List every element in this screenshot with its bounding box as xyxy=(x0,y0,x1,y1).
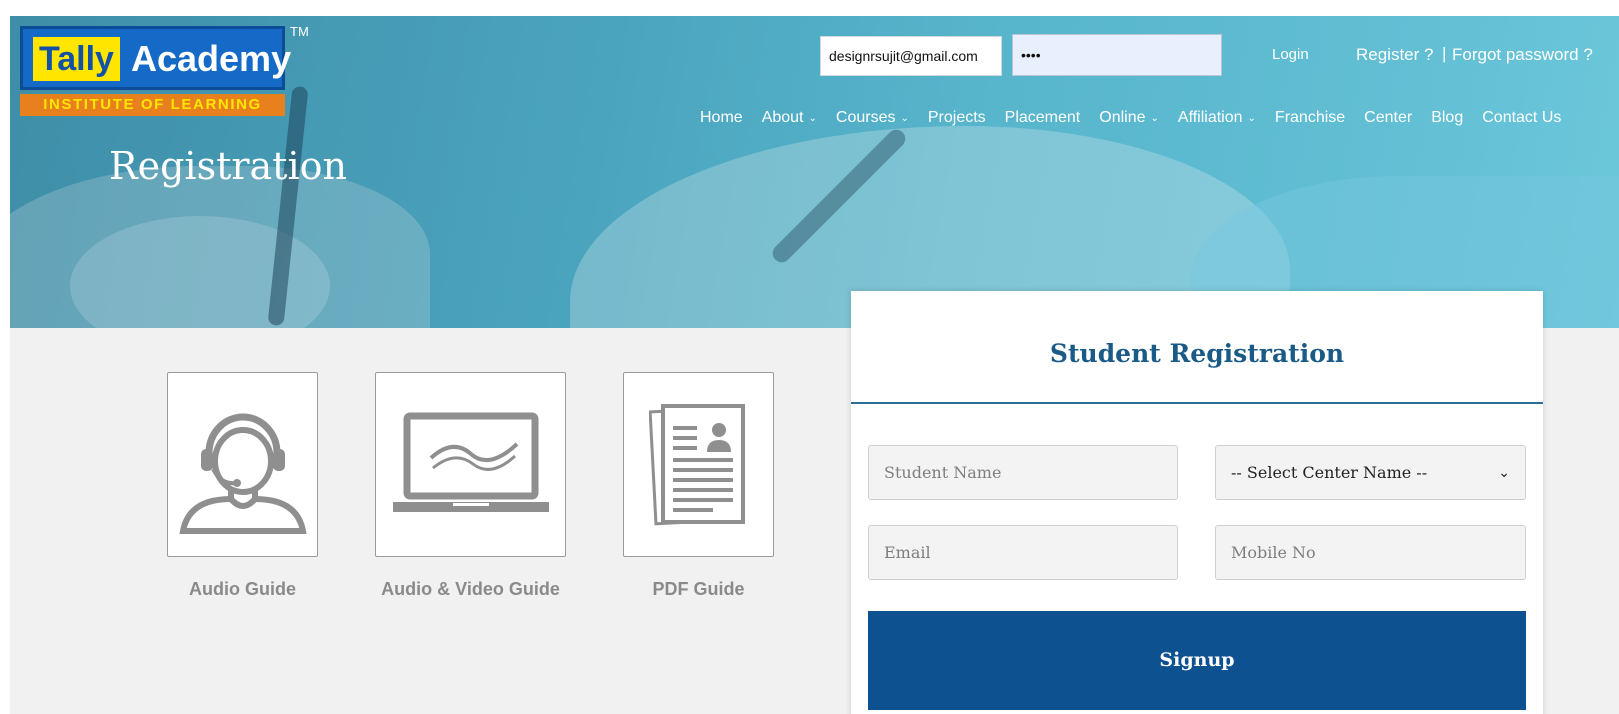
nav-item-label: Courses xyxy=(835,109,896,126)
nav-item-label: Projects xyxy=(927,109,986,126)
email-input[interactable]: Email xyxy=(868,525,1178,580)
login-button[interactable]: Login xyxy=(1272,46,1309,63)
nav-item-center[interactable]: Center xyxy=(1364,109,1412,127)
nav-item-label: Center xyxy=(1364,109,1413,126)
trademark-mark: TM xyxy=(290,24,309,39)
guide-audio-video[interactable]: Audio & Video Guide xyxy=(375,372,566,605)
guide-audio[interactable]: Audio Guide xyxy=(167,372,318,605)
guide-audio-video-box[interactable] xyxy=(375,372,566,557)
signup-button[interactable]: Signup xyxy=(868,611,1526,710)
nav-item-courses[interactable]: Courses ⌄ xyxy=(836,109,909,127)
nav-item-label: Placement xyxy=(1004,109,1081,126)
student-registration-card: Student Registration Student Name -- Sel… xyxy=(851,291,1543,714)
nav-item-placement[interactable]: Placement xyxy=(1005,109,1081,127)
nav-item-projects[interactable]: Projects xyxy=(928,109,986,127)
nav-item-label: Home xyxy=(700,109,743,126)
logo-word-tally: Tally xyxy=(33,37,120,81)
form-title: Student Registration xyxy=(851,291,1543,404)
chevron-down-icon: ⌄ xyxy=(900,112,909,124)
logo-word-academy: Academy xyxy=(131,38,292,79)
center-name-select[interactable]: -- Select Center Name -- ⌄ xyxy=(1215,445,1526,500)
header-separator: | xyxy=(1442,44,1447,63)
nav-item-home[interactable]: Home xyxy=(700,109,743,127)
nav-item-online[interactable]: Online ⌄ xyxy=(1099,109,1159,127)
nav-item-blog[interactable]: Blog xyxy=(1431,109,1463,127)
guide-pdf[interactable]: PDF Guide xyxy=(623,372,774,605)
nav-item-contact-us[interactable]: Contact Us xyxy=(1482,109,1561,127)
page-title: Registration xyxy=(109,144,347,188)
guide-label[interactable]: PDF Guide xyxy=(623,573,774,605)
site-logo[interactable]: Tally Academy INSTITUTE OF LEARNING xyxy=(20,26,291,121)
laptop-video-icon xyxy=(392,412,549,512)
nav-item-franchise[interactable]: Franchise xyxy=(1275,109,1345,127)
nav-item-about[interactable]: About ⌄ xyxy=(762,109,817,127)
guide-audio-box[interactable] xyxy=(167,372,318,557)
email-placeholder: Email xyxy=(884,543,931,562)
register-link[interactable]: Register ? xyxy=(1356,45,1433,65)
student-name-placeholder: Student Name xyxy=(884,463,1002,482)
hero-banner: Tally Academy INSTITUTE OF LEARNING TM L… xyxy=(10,16,1619,328)
headset-user-icon xyxy=(178,413,307,534)
chevron-down-icon: ⌄ xyxy=(1247,112,1256,124)
forgot-password-link[interactable]: Forgot password ? xyxy=(1452,45,1593,65)
nav-item-label: Franchise xyxy=(1274,109,1346,126)
guide-label[interactable]: Audio & Video Guide xyxy=(375,573,566,605)
nav-item-affiliation[interactable]: Affiliation ⌄ xyxy=(1178,109,1256,127)
student-name-input[interactable]: Student Name xyxy=(868,445,1178,500)
nav-item-label: Affiliation xyxy=(1177,109,1243,126)
login-email-input[interactable] xyxy=(820,36,1002,76)
logo-tagline: INSTITUTE OF LEARNING xyxy=(20,94,285,116)
guide-pdf-box[interactable] xyxy=(623,372,774,557)
login-password-input[interactable] xyxy=(1012,34,1222,76)
center-name-selected: -- Select Center Name -- xyxy=(1231,463,1428,482)
nav-item-label: Contact Us xyxy=(1482,109,1562,126)
logo-banner: Tally Academy xyxy=(20,26,291,90)
pdf-document-icon xyxy=(648,403,745,525)
mobile-input[interactable]: Mobile No xyxy=(1215,525,1526,580)
main-nav: Home About ⌄ Courses ⌄ Projects Placement … xyxy=(700,109,1580,127)
chevron-down-icon: ⌄ xyxy=(1498,464,1510,481)
nav-item-label: Online xyxy=(1099,109,1146,126)
mobile-placeholder: Mobile No xyxy=(1231,543,1316,562)
page-frame: Tally Academy INSTITUTE OF LEARNING TM L… xyxy=(10,16,1619,714)
nav-item-label: About xyxy=(761,109,804,126)
chevron-down-icon: ⌄ xyxy=(808,112,817,124)
guide-label[interactable]: Audio Guide xyxy=(167,573,318,605)
nav-item-label: Blog xyxy=(1431,109,1464,126)
chevron-down-icon: ⌄ xyxy=(1150,112,1159,124)
